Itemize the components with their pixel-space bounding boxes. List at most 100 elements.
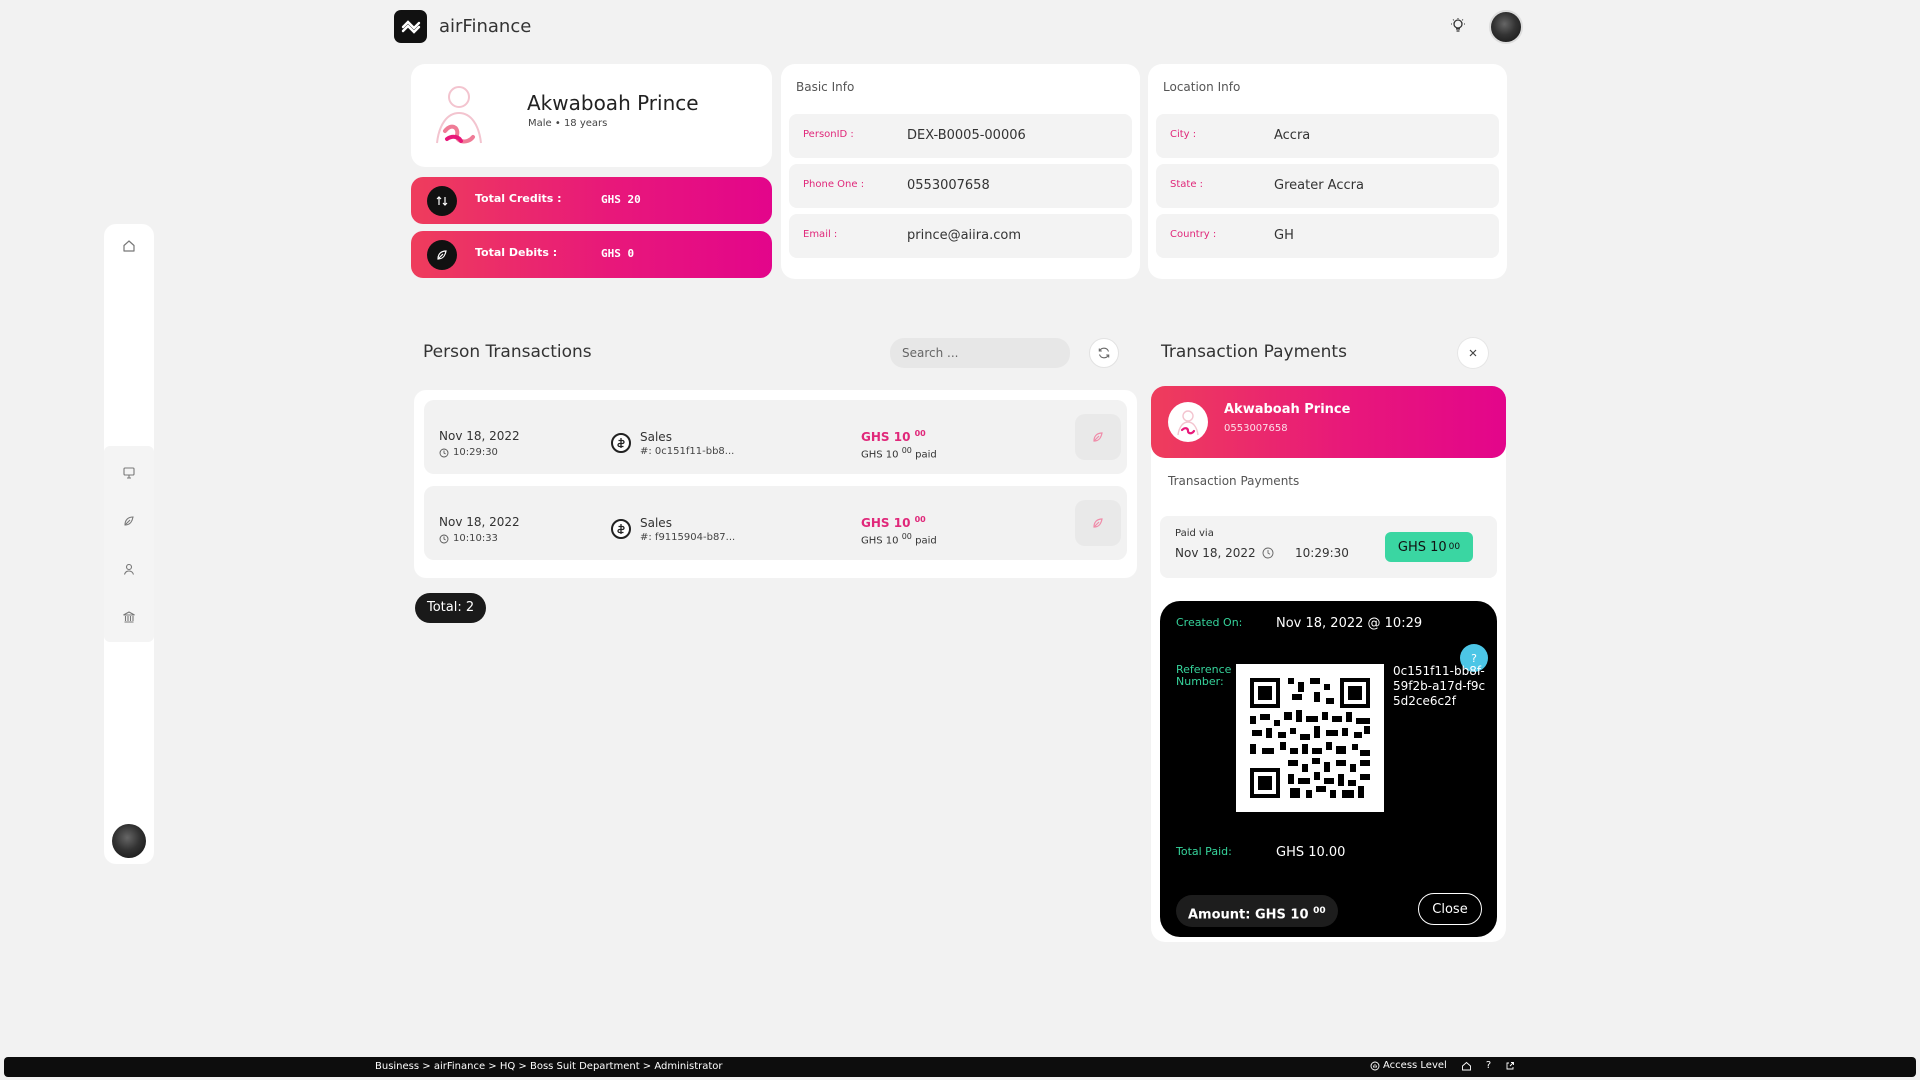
tx-paid: GHS 10 00 paid	[861, 446, 937, 460]
view-payment-button[interactable]	[1075, 414, 1121, 460]
info-value: 0553007658	[907, 178, 990, 193]
pay-icon	[1093, 518, 1103, 528]
person-icon[interactable]	[114, 554, 144, 584]
breadcrumb: Business > airFinance > HQ > Boss Suit D…	[375, 1061, 723, 1072]
payment-person-phone: 0553007658	[1224, 423, 1288, 434]
tx-reference: #: f9115904-b87...	[640, 532, 736, 543]
external-link-icon[interactable]	[1505, 1061, 1515, 1071]
payments-icon[interactable]	[114, 506, 144, 536]
tx-paid-cents: 00	[901, 532, 912, 541]
app-logo-icon[interactable]	[394, 10, 427, 43]
payment-person-name: Akwaboah Prince	[1224, 402, 1351, 417]
profile-gender-age: Male • 18 years	[528, 118, 608, 129]
clock-icon	[439, 448, 449, 457]
close-button[interactable]: Close	[1418, 893, 1482, 925]
payments-panel: Akwaboah Prince 0553007658 Transaction P…	[1151, 386, 1506, 942]
location-info-panel: Location Info City : Accra State : Great…	[1148, 64, 1507, 279]
total-paid-value: GHS 10.00	[1276, 845, 1346, 860]
tx-paid-cents: 00	[901, 446, 912, 455]
sidebar	[104, 224, 154, 864]
view-payment-button[interactable]	[1075, 500, 1121, 546]
tx-paid: GHS 10 00 paid	[861, 532, 937, 546]
person-avatar-icon	[1168, 402, 1208, 442]
info-key: Phone One :	[803, 179, 865, 190]
access-level[interactable]: Access Level	[1370, 1060, 1447, 1071]
tx-paid-main: GHS 10	[861, 449, 899, 461]
info-key: Email :	[803, 229, 838, 240]
tx-paid-main: GHS 10	[861, 535, 899, 547]
sidebar-avatar[interactable]	[112, 824, 146, 858]
status-bar: Business > airFinance > HQ > Boss Suit D…	[4, 1057, 1916, 1077]
info-value: Accra	[1274, 128, 1311, 143]
close-panel-button[interactable]	[1458, 338, 1488, 368]
sales-icon	[611, 433, 631, 453]
info-row-country: Country : GH	[1156, 214, 1499, 258]
home-icon[interactable]	[114, 231, 144, 261]
payments-subtitle: Transaction Payments	[1168, 474, 1300, 488]
total-count-badge: Total: 2	[415, 593, 487, 623]
tx-type: Sales	[640, 430, 672, 444]
info-row-email: Email : prince@aiira.com	[789, 214, 1132, 258]
info-value: Greater Accra	[1274, 178, 1364, 193]
amount-text: Amount: GHS 10	[1188, 907, 1309, 923]
refresh-icon	[1098, 347, 1110, 359]
tx-amount-main: GHS 10	[861, 516, 911, 530]
monitor-icon[interactable]	[114, 458, 144, 488]
paid-amount: GHS 10	[1397, 539, 1447, 555]
bank-icon[interactable]	[114, 602, 144, 632]
tx-amount: GHS 10 00	[861, 429, 926, 444]
reference-label-line2: Number:	[1176, 675, 1224, 688]
fingerprint-icon	[1370, 1061, 1380, 1070]
info-value: DEX-B0005-00006	[907, 128, 1026, 143]
info-key: State :	[1170, 179, 1204, 190]
tx-time: 10:29:30	[453, 447, 498, 458]
transactions-list: Nov 18, 2022 10:29:30 Sales #: 0c151f11-…	[414, 390, 1137, 578]
status-actions: Access Level ?	[1370, 1060, 1515, 1071]
sales-icon	[611, 519, 631, 539]
pay-icon	[1093, 432, 1103, 442]
total-debits-label: Total Debits :	[475, 246, 558, 259]
tx-amount-cents: 00	[914, 429, 926, 438]
paid-via-label: Paid via	[1175, 528, 1214, 539]
total-credits-value: GHS 20	[601, 193, 641, 206]
info-key: Country :	[1170, 229, 1217, 240]
lightbulb-icon[interactable]	[1448, 16, 1468, 36]
paid-amount-cents: 00	[1448, 542, 1461, 552]
tx-date: Nov 18, 2022	[439, 515, 520, 529]
basic-info-panel: Basic Info PersonID : DEX-B0005-00006 Ph…	[781, 64, 1140, 279]
info-key: City :	[1170, 129, 1197, 140]
created-on-value: Nov 18, 2022 @ 10:29	[1276, 616, 1423, 631]
info-key: PersonID :	[803, 129, 854, 140]
paid-time: 10:29:30	[1295, 546, 1349, 560]
tx-amount-cents: 00	[914, 515, 926, 524]
home-icon[interactable]	[1461, 1061, 1472, 1071]
tx-type: Sales	[640, 516, 672, 530]
payment-row[interactable]: Paid via Nov 18, 2022 10:29:30 GHS 10 00	[1160, 516, 1497, 578]
basic-info-title: Basic Info	[796, 80, 855, 94]
table-row[interactable]: Nov 18, 2022 10:29:30 Sales #: 0c151f11-…	[424, 400, 1127, 474]
clock-icon	[439, 534, 449, 543]
pay-icon	[427, 240, 457, 270]
close-icon	[1469, 349, 1477, 357]
search-input[interactable]	[890, 338, 1070, 368]
reference-label: Reference Number:	[1176, 664, 1231, 688]
help-link[interactable]: ?	[1486, 1060, 1491, 1071]
sidebar-nav-group	[104, 446, 154, 642]
info-row-person-id: PersonID : DEX-B0005-00006	[789, 114, 1132, 158]
total-credits-label: Total Credits :	[475, 192, 562, 205]
info-row-city: City : Accra	[1156, 114, 1499, 158]
transfer-icon	[427, 186, 457, 216]
refresh-button[interactable]	[1089, 338, 1119, 368]
profile-name: Akwaboah Prince	[527, 91, 699, 115]
user-avatar[interactable]	[1489, 10, 1523, 44]
tx-paid-suffix: paid	[915, 449, 937, 461]
total-debits-value: GHS 0	[601, 247, 635, 260]
info-row-state: State : Greater Accra	[1156, 164, 1499, 208]
app-header: airFinance	[394, 8, 1524, 44]
info-row-phone: Phone One : 0553007658	[789, 164, 1132, 208]
payments-title: Transaction Payments	[1161, 342, 1347, 362]
table-row[interactable]: Nov 18, 2022 10:10:33 Sales #: f9115904-…	[424, 486, 1127, 560]
qr-code	[1236, 664, 1384, 812]
created-on-label: Created On:	[1176, 616, 1243, 629]
tx-reference: #: 0c151f11-bb8...	[640, 446, 735, 457]
